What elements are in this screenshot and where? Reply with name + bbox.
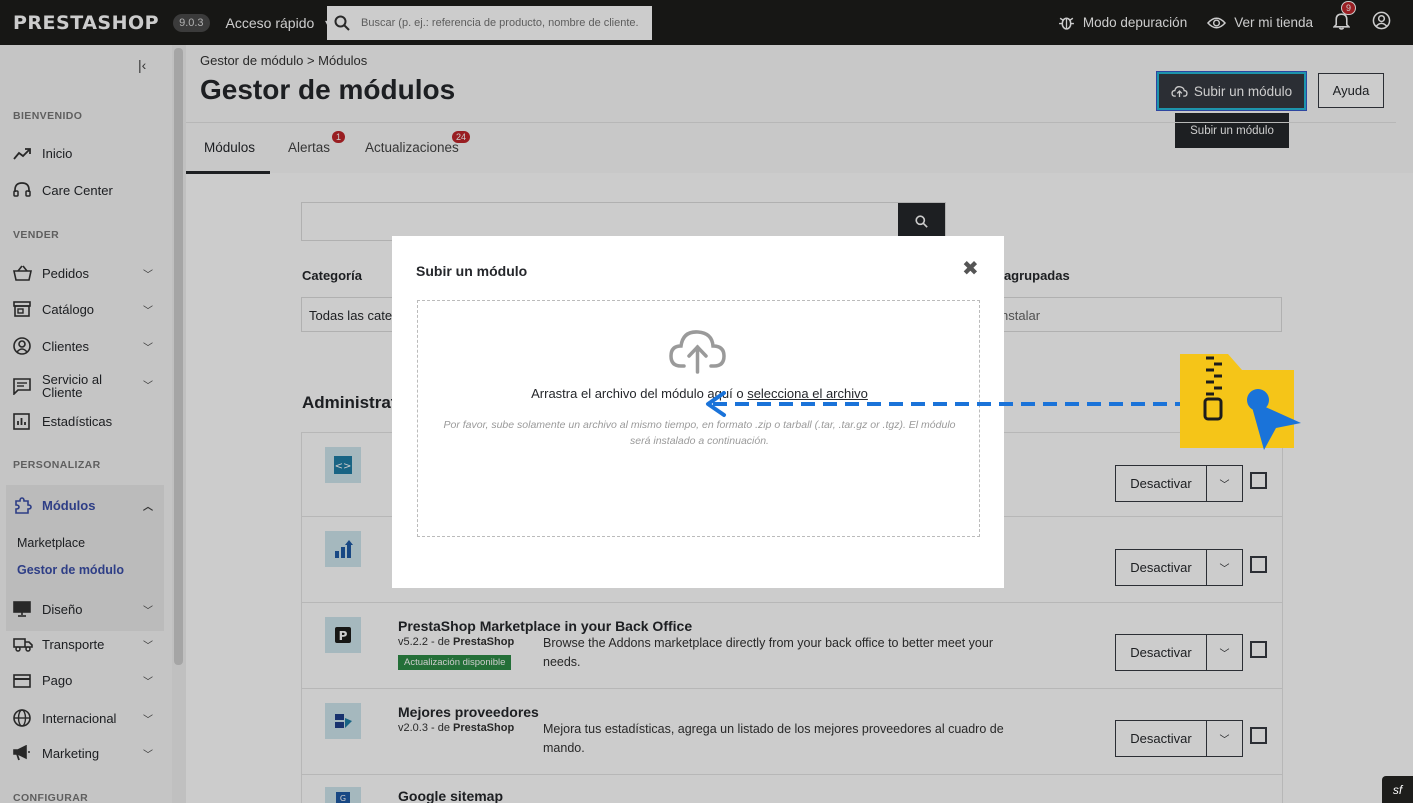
select-file-link[interactable]: selecciona el archivo bbox=[747, 386, 868, 401]
dialog-title: Subir un módulo bbox=[416, 263, 528, 279]
dropzone-instructions: Arrastra el archivo del módulo aquí o bbox=[531, 386, 748, 401]
file-dropzone[interactable]: Arrastra el archivo del módulo aquí o se… bbox=[417, 300, 980, 537]
upload-module-dialog: Subir un módulo ✖ Arrastra el archivo de… bbox=[392, 236, 1004, 588]
cloud-upload-icon bbox=[668, 326, 728, 379]
close-icon[interactable]: ✖ bbox=[962, 256, 979, 281]
dropzone-hint: Por favor, sube solamente un archivo al … bbox=[443, 419, 956, 447]
dropzone-text: Arrastra el archivo del módulo aquí o se… bbox=[418, 386, 981, 401]
symfony-icon[interactable]: sf bbox=[1382, 776, 1413, 803]
